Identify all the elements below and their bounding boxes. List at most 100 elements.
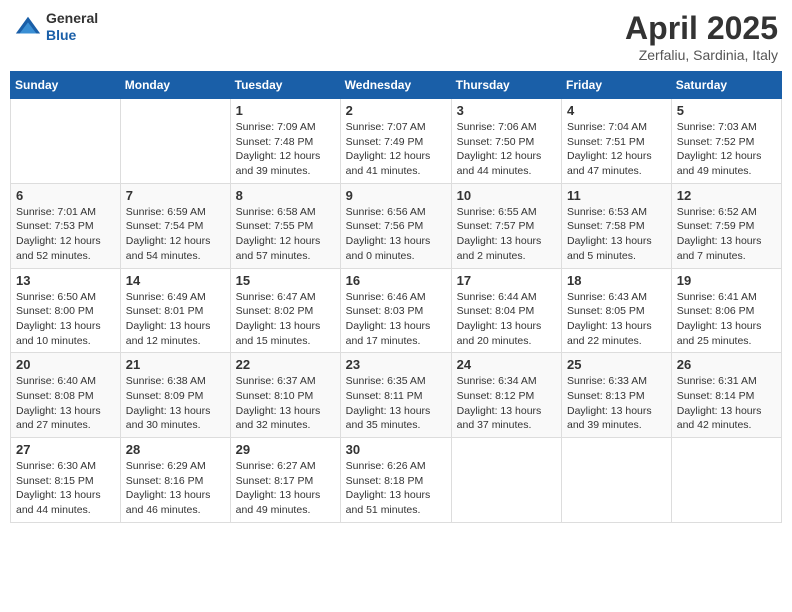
calendar-cell: 8 Sunrise: 6:58 AMSunset: 7:55 PMDaylight… — [230, 183, 340, 268]
day-info: Sunrise: 7:04 AMSunset: 7:51 PMDaylight:… — [567, 120, 666, 179]
day-number: 17 — [457, 273, 556, 288]
calendar-cell — [11, 99, 121, 184]
day-number: 14 — [126, 273, 225, 288]
calendar-cell: 16 Sunrise: 6:46 AMSunset: 8:03 PMDayligh… — [340, 268, 451, 353]
weekday-header: Wednesday — [340, 72, 451, 99]
day-number: 5 — [677, 103, 776, 118]
day-info: Sunrise: 6:35 AMSunset: 8:11 PMDaylight:… — [346, 374, 446, 433]
day-info: Sunrise: 6:58 AMSunset: 7:55 PMDaylight:… — [236, 205, 335, 264]
day-info: Sunrise: 6:33 AMSunset: 8:13 PMDaylight:… — [567, 374, 666, 433]
day-number: 8 — [236, 188, 335, 203]
calendar-cell: 20Sunrise: 6:40 AMSunset: 8:08 PMDayligh… — [11, 353, 121, 438]
day-info: Sunrise: 7:01 AMSunset: 7:53 PMDaylight:… — [16, 205, 115, 264]
calendar-cell: 12 Sunrise: 6:52 AMSunset: 7:59 PMDayligh… — [671, 183, 781, 268]
day-number: 6 — [16, 188, 115, 203]
day-number: 16 — [346, 273, 446, 288]
calendar-cell: 14Sunrise: 6:49 AMSunset: 8:01 PMDayligh… — [120, 268, 230, 353]
calendar-cell — [451, 438, 561, 523]
day-number: 30 — [346, 442, 446, 457]
day-info: Sunrise: 7:07 AMSunset: 7:49 PMDaylight:… — [346, 120, 446, 179]
day-number: 12 — [677, 188, 776, 203]
logo-blue-text: Blue — [46, 27, 98, 44]
calendar-header: SundayMondayTuesdayWednesdayThursdayFrid… — [11, 72, 782, 99]
day-info: Sunrise: 6:50 AMSunset: 8:00 PMDaylight:… — [16, 290, 115, 349]
day-info: Sunrise: 6:40 AMSunset: 8:08 PMDaylight:… — [16, 374, 115, 433]
title-section: April 2025 Zerfaliu, Sardinia, Italy — [625, 10, 778, 63]
day-info: Sunrise: 7:06 AMSunset: 7:50 PMDaylight:… — [457, 120, 556, 179]
calendar-cell: 19Sunrise: 6:41 AMSunset: 8:06 PMDayligh… — [671, 268, 781, 353]
calendar-cell: 22 Sunrise: 6:37 AMSunset: 8:10 PMDayligh… — [230, 353, 340, 438]
weekday-header: Monday — [120, 72, 230, 99]
day-info: Sunrise: 7:09 AMSunset: 7:48 PMDaylight:… — [236, 120, 335, 179]
weekday-header: Saturday — [671, 72, 781, 99]
calendar-table: SundayMondayTuesdayWednesdayThursdayFrid… — [10, 71, 782, 523]
day-info: Sunrise: 6:44 AMSunset: 8:04 PMDaylight:… — [457, 290, 556, 349]
month-title: April 2025 — [625, 10, 778, 47]
calendar-cell: 15Sunrise: 6:47 AMSunset: 8:02 PMDayligh… — [230, 268, 340, 353]
day-number: 1 — [236, 103, 335, 118]
day-info: Sunrise: 6:38 AMSunset: 8:09 PMDaylight:… — [126, 374, 225, 433]
day-info: Sunrise: 6:29 AMSunset: 8:16 PMDaylight:… — [126, 459, 225, 518]
calendar-week-row: 6 Sunrise: 7:01 AMSunset: 7:53 PMDaylight… — [11, 183, 782, 268]
page-header: General Blue April 2025 Zerfaliu, Sardin… — [10, 10, 782, 63]
weekday-row: SundayMondayTuesdayWednesdayThursdayFrid… — [11, 72, 782, 99]
day-info: Sunrise: 6:55 AMSunset: 7:57 PMDaylight:… — [457, 205, 556, 264]
day-number: 22 — [236, 357, 335, 372]
day-info: Sunrise: 6:43 AMSunset: 8:05 PMDaylight:… — [567, 290, 666, 349]
day-number: 10 — [457, 188, 556, 203]
calendar-cell: 17 Sunrise: 6:44 AMSunset: 8:04 PMDayligh… — [451, 268, 561, 353]
day-number: 13 — [16, 273, 115, 288]
day-info: Sunrise: 6:37 AMSunset: 8:10 PMDaylight:… — [236, 374, 335, 433]
day-info: Sunrise: 6:46 AMSunset: 8:03 PMDaylight:… — [346, 290, 446, 349]
calendar-cell: 13 Sunrise: 6:50 AMSunset: 8:00 PMDayligh… — [11, 268, 121, 353]
day-number: 24 — [457, 357, 556, 372]
calendar-cell: 6 Sunrise: 7:01 AMSunset: 7:53 PMDaylight… — [11, 183, 121, 268]
day-info: Sunrise: 6:34 AMSunset: 8:12 PMDaylight:… — [457, 374, 556, 433]
day-number: 15 — [236, 273, 335, 288]
calendar-cell — [120, 99, 230, 184]
calendar-cell: 21Sunrise: 6:38 AMSunset: 8:09 PMDayligh… — [120, 353, 230, 438]
day-number: 27 — [16, 442, 115, 457]
weekday-header: Friday — [562, 72, 672, 99]
day-info: Sunrise: 6:31 AMSunset: 8:14 PMDaylight:… — [677, 374, 776, 433]
day-number: 11 — [567, 188, 666, 203]
calendar-week-row: 20Sunrise: 6:40 AMSunset: 8:08 PMDayligh… — [11, 353, 782, 438]
day-number: 23 — [346, 357, 446, 372]
day-number: 7 — [126, 188, 225, 203]
day-info: Sunrise: 6:59 AMSunset: 7:54 PMDaylight:… — [126, 205, 225, 264]
weekday-header: Thursday — [451, 72, 561, 99]
calendar-cell: 2Sunrise: 7:07 AMSunset: 7:49 PMDaylight… — [340, 99, 451, 184]
day-info: Sunrise: 6:52 AMSunset: 7:59 PMDaylight:… — [677, 205, 776, 264]
calendar-cell — [671, 438, 781, 523]
calendar-cell: 23 Sunrise: 6:35 AMSunset: 8:11 PMDayligh… — [340, 353, 451, 438]
day-info: Sunrise: 6:56 AMSunset: 7:56 PMDaylight:… — [346, 205, 446, 264]
calendar-cell: 29 Sunrise: 6:27 AMSunset: 8:17 PMDayligh… — [230, 438, 340, 523]
weekday-header: Sunday — [11, 72, 121, 99]
calendar-cell: 28 Sunrise: 6:29 AMSunset: 8:16 PMDayligh… — [120, 438, 230, 523]
weekday-header: Tuesday — [230, 72, 340, 99]
day-info: Sunrise: 6:26 AMSunset: 8:18 PMDaylight:… — [346, 459, 446, 518]
calendar-cell: 30 Sunrise: 6:26 AMSunset: 8:18 PMDayligh… — [340, 438, 451, 523]
day-number: 4 — [567, 103, 666, 118]
calendar-cell: 24 Sunrise: 6:34 AMSunset: 8:12 PMDayligh… — [451, 353, 561, 438]
day-number: 9 — [346, 188, 446, 203]
calendar-cell: 26Sunrise: 6:31 AMSunset: 8:14 PMDayligh… — [671, 353, 781, 438]
calendar-cell: 5Sunrise: 7:03 AMSunset: 7:52 PMDaylight… — [671, 99, 781, 184]
day-number: 19 — [677, 273, 776, 288]
calendar-cell: 18Sunrise: 6:43 AMSunset: 8:05 PMDayligh… — [562, 268, 672, 353]
calendar-cell — [562, 438, 672, 523]
day-info: Sunrise: 6:30 AMSunset: 8:15 PMDaylight:… — [16, 459, 115, 518]
day-number: 3 — [457, 103, 556, 118]
location: Zerfaliu, Sardinia, Italy — [625, 47, 778, 63]
calendar-cell: 7 Sunrise: 6:59 AMSunset: 7:54 PMDaylight… — [120, 183, 230, 268]
calendar-week-row: 13 Sunrise: 6:50 AMSunset: 8:00 PMDayligh… — [11, 268, 782, 353]
logo-icon — [14, 13, 42, 41]
day-number: 29 — [236, 442, 335, 457]
day-number: 28 — [126, 442, 225, 457]
calendar-cell: 27 Sunrise: 6:30 AMSunset: 8:15 PMDayligh… — [11, 438, 121, 523]
calendar-cell: 9 Sunrise: 6:56 AMSunset: 7:56 PMDaylight… — [340, 183, 451, 268]
day-info: Sunrise: 6:53 AMSunset: 7:58 PMDaylight:… — [567, 205, 666, 264]
day-info: Sunrise: 6:27 AMSunset: 8:17 PMDaylight:… — [236, 459, 335, 518]
logo: General Blue — [14, 10, 98, 44]
calendar-week-row: 27 Sunrise: 6:30 AMSunset: 8:15 PMDayligh… — [11, 438, 782, 523]
